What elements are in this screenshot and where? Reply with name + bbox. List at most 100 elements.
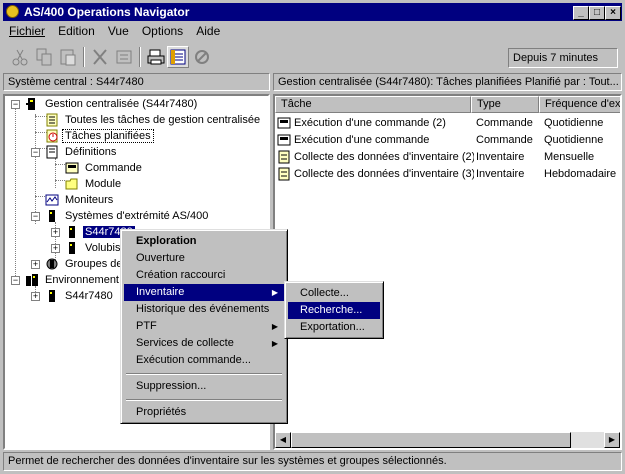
tree-item-endpoint-systems[interactable]: Systèmes d'extrémité AS/400 [45, 208, 210, 224]
scroll-left-button[interactable]: ◀ [275, 432, 291, 448]
collapse-toggle[interactable]: − [31, 148, 40, 157]
tree-item-all-tasks[interactable]: Toutes les tâches de gestion centralisée [45, 112, 262, 128]
menu-item-label: Propriétés [136, 406, 187, 418]
menu-item-label: Création raccourci [136, 269, 226, 281]
menu-item-label: Ouverture [136, 252, 185, 264]
cut-button[interactable] [9, 46, 31, 68]
row-task: Exécution d'une commande (2) [294, 117, 446, 129]
task-list-pane[interactable]: Tâche Type Fréquence d'ex Exécution d'un… [273, 94, 622, 450]
collapse-toggle[interactable]: − [11, 100, 20, 109]
menu-item-label: Historique des événements [136, 303, 270, 315]
as400-icon [69, 242, 75, 254]
column-header-type[interactable]: Type [471, 96, 539, 113]
status-bar: Permet de rechercher des données d'inven… [3, 452, 622, 471]
menu-item-exploration[interactable]: Exploration [124, 233, 284, 250]
menu-item-label: Recherche... [300, 304, 363, 316]
table-row[interactable]: Collecte des données d'inventaire (3) In… [275, 166, 620, 183]
expand-toggle[interactable]: + [51, 228, 60, 237]
delete-button[interactable] [89, 46, 111, 68]
tree-item-groups[interactable]: Groupes de [45, 256, 124, 272]
tree-item-module[interactable]: Module [65, 176, 123, 192]
minimize-icon: _ [578, 7, 584, 18]
tree-label: Toutes les tâches de gestion centralisée [65, 114, 261, 126]
menu-item-open[interactable]: Ouverture [124, 250, 284, 267]
list-view-button[interactable] [167, 46, 189, 68]
paste-button[interactable] [57, 46, 79, 68]
submenu-item-collect[interactable]: Collecte... [288, 285, 380, 302]
copy-button[interactable] [33, 46, 55, 68]
tree-item-environment[interactable]: Environnement [25, 272, 121, 288]
tree-item-central-mgmt[interactable]: Gestion centralisée (S44r7480) [25, 96, 199, 112]
column-header-task[interactable]: Tâche [275, 96, 471, 113]
menu-edition[interactable]: Edition [52, 22, 99, 38]
minimize-button[interactable]: _ [573, 6, 589, 20]
tree-item-command[interactable]: Commande [65, 160, 144, 176]
collapse-toggle[interactable]: − [11, 276, 20, 285]
expand-toggle[interactable]: + [51, 244, 60, 253]
print-button[interactable] [145, 46, 167, 68]
tree-item-definitions[interactable]: Définitions [45, 144, 118, 160]
row-task: Collecte des données d'inventaire (2) [294, 151, 474, 163]
menu-item-label: Suppression... [136, 380, 207, 392]
menu-item-event-history[interactable]: Historique des événements [124, 301, 284, 318]
elapsed-time: Depuis 7 minutes [508, 48, 618, 68]
horizontal-scrollbar[interactable]: ◀ ▶ [275, 432, 620, 448]
menu-options[interactable]: Options [136, 22, 187, 38]
tree-label: Définitions [65, 146, 117, 158]
close-button[interactable]: × [605, 6, 621, 20]
definitions-icon [46, 145, 58, 159]
arrow-right-icon: ▶ [608, 435, 616, 444]
row-task: Collecte des données d'inventaire (3) [294, 168, 474, 180]
task-list-icon [46, 113, 58, 127]
table-row[interactable]: Collecte des données d'inventaire (2) In… [275, 149, 620, 166]
properties-button[interactable] [113, 46, 135, 68]
title-bar[interactable]: AS/400 Operations Navigator _ □ × [3, 3, 622, 21]
menu-item-inventory[interactable]: Inventaire ▶ [124, 284, 284, 301]
row-type: Inventaire [476, 151, 525, 163]
scroll-right-button[interactable]: ▶ [604, 432, 620, 448]
menu-item-label: Collecte... [300, 287, 349, 299]
menu-item-collection-services[interactable]: Services de collecte ▶ [124, 335, 284, 352]
table-row[interactable]: Exécution d'une commande Commande Quotid… [275, 132, 620, 149]
menu-fichier[interactable]: Fichier [3, 22, 49, 38]
expand-toggle[interactable]: + [31, 260, 40, 269]
menu-item-label: Inventaire [136, 286, 185, 298]
tree-item-monitors[interactable]: Moniteurs [45, 192, 115, 208]
submenu-arrow-icon: ▶ [271, 339, 278, 348]
tree-item-env-s44r7480[interactable]: S44r7480 [45, 288, 115, 304]
table-row[interactable]: Exécution d'une commande (2) Commande Qu… [275, 115, 620, 132]
menu-aide[interactable]: Aide [190, 22, 224, 38]
left-pane-header: Système central : S44r7480 [3, 73, 270, 91]
arrow-left-icon: ◀ [279, 435, 287, 444]
tree-item-volubis[interactable]: Volubis [65, 240, 122, 256]
row-task: Exécution d'une commande [294, 134, 430, 146]
command-task-icon [277, 134, 291, 146]
stop-icon [195, 50, 209, 64]
row-type: Inventaire [476, 168, 525, 180]
tree-label: Commande [85, 162, 142, 174]
maximize-button[interactable]: □ [589, 6, 605, 20]
menu-item-delete[interactable]: Suppression... [124, 378, 284, 395]
collapse-toggle[interactable]: − [31, 212, 40, 221]
submenu-item-search[interactable]: Recherche... [288, 302, 380, 319]
app-icon[interactable] [6, 5, 19, 18]
menu-item-run-command[interactable]: Exécution commande... [124, 352, 284, 369]
group-icon [46, 258, 58, 270]
row-frequency: Hebdomadaire [544, 168, 617, 180]
tree-label: Systèmes d'extrémité AS/400 [65, 210, 209, 222]
scheduled-tasks-icon [46, 129, 58, 143]
submenu-item-export[interactable]: Exportation... [288, 319, 380, 336]
menu-item-properties[interactable]: Propriétés [124, 404, 284, 421]
expand-toggle[interactable]: + [31, 292, 40, 301]
submenu-arrow-icon: ▶ [271, 288, 278, 297]
tree-label: Groupes de [65, 258, 123, 270]
scroll-thumb[interactable] [291, 432, 571, 448]
tree-item-scheduled-tasks[interactable]: Tâches planifiées [45, 128, 154, 144]
stop-button[interactable] [191, 46, 213, 68]
column-header-frequency[interactable]: Fréquence d'ex [539, 96, 620, 113]
delete-icon [93, 49, 107, 65]
maximize-icon: □ [593, 7, 601, 18]
menu-item-create-shortcut[interactable]: Création raccourci [124, 267, 284, 284]
menu-vue[interactable]: Vue [102, 22, 133, 38]
menu-item-ptf[interactable]: PTF ▶ [124, 318, 284, 335]
